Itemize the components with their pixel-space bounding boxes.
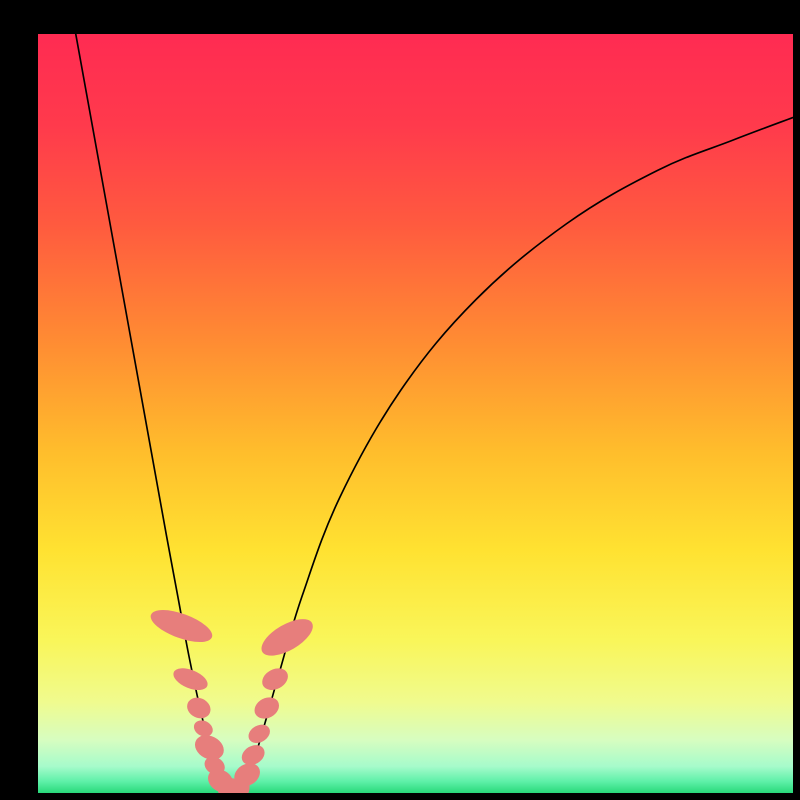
- frame-bottom: [0, 793, 800, 800]
- frame-left: [0, 0, 38, 800]
- plot-area: [38, 34, 793, 793]
- frame-top: [0, 0, 800, 34]
- frame-right: [793, 0, 800, 800]
- background-gradient: [38, 34, 793, 793]
